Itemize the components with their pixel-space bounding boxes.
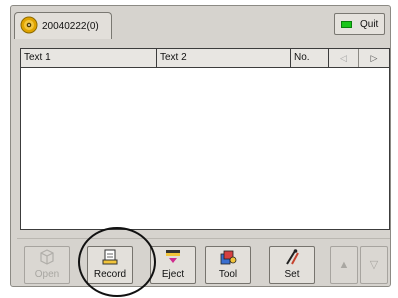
tool-button[interactable]: Tool (205, 246, 251, 284)
tool-icon (219, 248, 237, 266)
cd-disc-icon (20, 16, 38, 37)
disc-tab[interactable]: 20040222(0) (14, 12, 112, 39)
record-label: Record (93, 269, 127, 280)
triangle-right-icon: ▷ (370, 52, 378, 63)
scroll-left-button[interactable]: ◁ (329, 49, 359, 67)
toolbar: Open Record Eject Tool Set ▲ ▽ (17, 238, 390, 285)
list-body[interactable] (21, 68, 389, 229)
settings-icon (283, 248, 301, 266)
screen: 20040222(0) Quit Text 1 Text 2 No. ◁ ▷ O… (0, 0, 398, 298)
list-header: Text 1 Text 2 No. ◁ ▷ (21, 49, 389, 68)
triangle-down-icon: ▽ (369, 259, 379, 271)
open-label: Open (34, 269, 60, 280)
record-button[interactable]: Record (87, 246, 133, 284)
set-label: Set (284, 269, 300, 280)
set-button[interactable]: Set (269, 246, 315, 284)
indicator-led-icon (341, 20, 352, 28)
eject-label: Eject (161, 269, 185, 280)
eject-button[interactable]: Eject (150, 246, 196, 284)
eject-icon (164, 248, 182, 266)
disc-tab-label: 20040222(0) (42, 20, 99, 32)
scroll-right-button[interactable]: ▷ (359, 49, 389, 67)
triangle-up-icon: ▲ (338, 259, 350, 271)
column-header-text-1[interactable]: Text 1 (21, 49, 157, 67)
open-button[interactable]: Open (24, 246, 70, 284)
triangle-left-icon: ◁ (340, 52, 347, 63)
scroll-down-button[interactable]: ▽ (360, 246, 388, 284)
disc-list: Text 1 Text 2 No. ◁ ▷ (20, 48, 390, 230)
scroll-up-button[interactable]: ▲ (330, 246, 358, 284)
tool-label: Tool (218, 269, 238, 280)
quit-button[interactable]: Quit (334, 13, 385, 35)
record-icon (101, 248, 119, 266)
column-header-number[interactable]: No. (291, 49, 329, 67)
column-header-text-2[interactable]: Text 2 (157, 49, 291, 67)
open-icon (38, 248, 56, 266)
quit-label: Quit (360, 18, 379, 30)
